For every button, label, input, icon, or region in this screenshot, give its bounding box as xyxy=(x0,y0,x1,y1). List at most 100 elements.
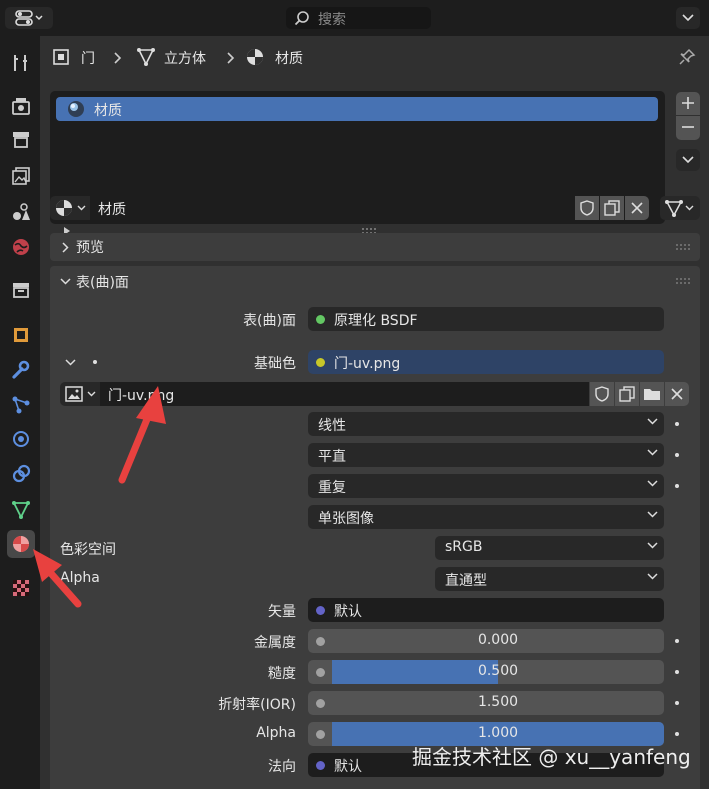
add-icon[interactable] xyxy=(681,96,695,110)
alpha-socket-button[interactable] xyxy=(308,722,332,746)
link-data-dropdown[interactable] xyxy=(660,196,700,220)
alpha-mode-value: 直通型 xyxy=(445,573,487,589)
chevron-down-icon xyxy=(647,542,658,549)
chevron-down-icon xyxy=(87,391,96,397)
breadcrumb-object: 门 xyxy=(81,51,95,67)
keyframe-dot[interactable] xyxy=(675,422,679,426)
base-color-value: 门-uv.png xyxy=(334,356,401,372)
keyframe-dot[interactable] xyxy=(675,639,679,643)
physics-icon xyxy=(13,431,29,447)
roughness-label: 糙度 xyxy=(268,666,296,682)
chevron-down-icon xyxy=(647,449,658,456)
keyframe-dot[interactable] xyxy=(675,701,679,705)
projection-select[interactable]: 平直 xyxy=(308,443,664,467)
image-unlink-button[interactable] xyxy=(665,382,689,406)
image-icon xyxy=(65,386,83,402)
slot-add-remove xyxy=(676,92,700,140)
image-name-field[interactable]: 门-uv.png xyxy=(100,382,589,406)
constraints-icon xyxy=(12,464,31,483)
chevron-down-icon[interactable] xyxy=(65,359,76,366)
wrench-icon xyxy=(12,360,30,379)
options-dropdown-button[interactable] xyxy=(676,7,700,29)
float-socket-icon xyxy=(316,730,325,739)
preview-panel-header[interactable]: 预览 xyxy=(50,233,700,261)
tab-particles[interactable] xyxy=(7,391,35,419)
tab-material[interactable] xyxy=(7,530,35,558)
surface-shader-field[interactable]: 原理化 BSDF xyxy=(308,307,664,331)
remove-icon[interactable] xyxy=(681,120,695,134)
chevron-down-icon[interactable] xyxy=(60,278,71,285)
color-space-label: 色彩空间 xyxy=(60,542,116,558)
drag-handle-icon[interactable] xyxy=(676,278,690,284)
image-duplicate-button[interactable] xyxy=(615,382,639,406)
roughness-slider[interactable]: 0.500 xyxy=(332,660,664,684)
tab-constraints[interactable] xyxy=(7,460,35,488)
material-browse-button[interactable] xyxy=(50,196,90,220)
keyframe-dot[interactable] xyxy=(675,484,679,488)
metallic-slider[interactable]: 0.000 xyxy=(332,629,664,653)
surface-panel-title: 表(曲)面 xyxy=(76,275,129,291)
view-layer-icon xyxy=(12,167,30,185)
ior-slider[interactable]: 1.500 xyxy=(332,691,664,715)
unlink-material-button[interactable] xyxy=(625,196,649,220)
tab-texture[interactable] xyxy=(7,574,35,602)
duplicate-material-button[interactable] xyxy=(600,196,624,220)
image-open-button[interactable] xyxy=(640,382,664,406)
surface-shader-value: 原理化 BSDF xyxy=(334,313,418,329)
ior-socket-button[interactable] xyxy=(308,691,332,715)
tab-modifiers[interactable] xyxy=(7,356,35,384)
float-socket-icon xyxy=(316,668,325,677)
pin-icon[interactable] xyxy=(678,48,696,66)
roughness-value: 0.500 xyxy=(477,663,519,679)
source-select[interactable]: 单张图像 xyxy=(308,505,664,529)
keyframe-dot[interactable] xyxy=(93,360,97,364)
tab-scene[interactable] xyxy=(7,198,35,226)
tab-view-layer[interactable] xyxy=(7,162,35,190)
breadcrumb: 门 立方体 材质 xyxy=(40,36,709,80)
material-name-field[interactable]: 材质 xyxy=(90,196,614,220)
keyframe-dot[interactable] xyxy=(675,453,679,457)
tab-collection[interactable] xyxy=(7,276,35,304)
tab-render[interactable] xyxy=(7,92,35,120)
color-socket-icon xyxy=(316,358,325,367)
extension-select[interactable]: 重复 xyxy=(308,474,664,498)
tab-physics[interactable] xyxy=(7,425,35,453)
roughness-socket-button[interactable] xyxy=(308,660,332,684)
tab-tool[interactable] xyxy=(7,49,35,77)
interpolation-select[interactable]: 线性 xyxy=(308,412,664,436)
object-icon xyxy=(14,328,28,342)
fake-user-button[interactable] xyxy=(575,196,599,220)
chevron-down-icon xyxy=(647,573,658,580)
tab-data[interactable] xyxy=(7,496,35,524)
vector-field[interactable]: 默认 xyxy=(308,598,664,622)
duplicate-icon xyxy=(619,386,635,402)
keyframe-dot[interactable] xyxy=(675,732,679,736)
search-input[interactable]: 搜索 xyxy=(286,7,431,29)
interpolation-value: 线性 xyxy=(318,418,346,434)
tab-world[interactable] xyxy=(7,233,35,261)
render-icon xyxy=(12,98,30,115)
texture-icon xyxy=(13,580,29,596)
keyframe-dot[interactable] xyxy=(675,670,679,674)
slot-specials-button[interactable] xyxy=(676,149,700,171)
metallic-socket-button[interactable] xyxy=(308,629,332,653)
chevron-down-icon xyxy=(647,511,658,518)
drag-handle-icon[interactable] xyxy=(676,244,690,250)
color-space-select[interactable]: sRGB xyxy=(435,536,664,560)
mesh-link-icon xyxy=(665,200,694,217)
world-icon xyxy=(13,239,29,255)
close-icon xyxy=(671,388,683,400)
image-fake-user-button[interactable] xyxy=(590,382,614,406)
chevron-right-icon xyxy=(114,52,122,64)
normal-value: 默认 xyxy=(334,759,362,775)
tab-object[interactable] xyxy=(7,321,35,349)
breadcrumb-mesh: 立方体 xyxy=(164,51,206,67)
editor-type-button[interactable] xyxy=(5,7,53,29)
tab-output[interactable] xyxy=(7,125,35,153)
image-browse-button[interactable] xyxy=(60,382,100,406)
alpha-mode-select[interactable]: 直通型 xyxy=(435,567,664,591)
list-item[interactable]: 材质 xyxy=(56,97,658,121)
base-color-field[interactable]: 门-uv.png xyxy=(308,350,664,374)
material-icon xyxy=(13,536,29,552)
alpha-label: Alpha xyxy=(256,725,296,741)
